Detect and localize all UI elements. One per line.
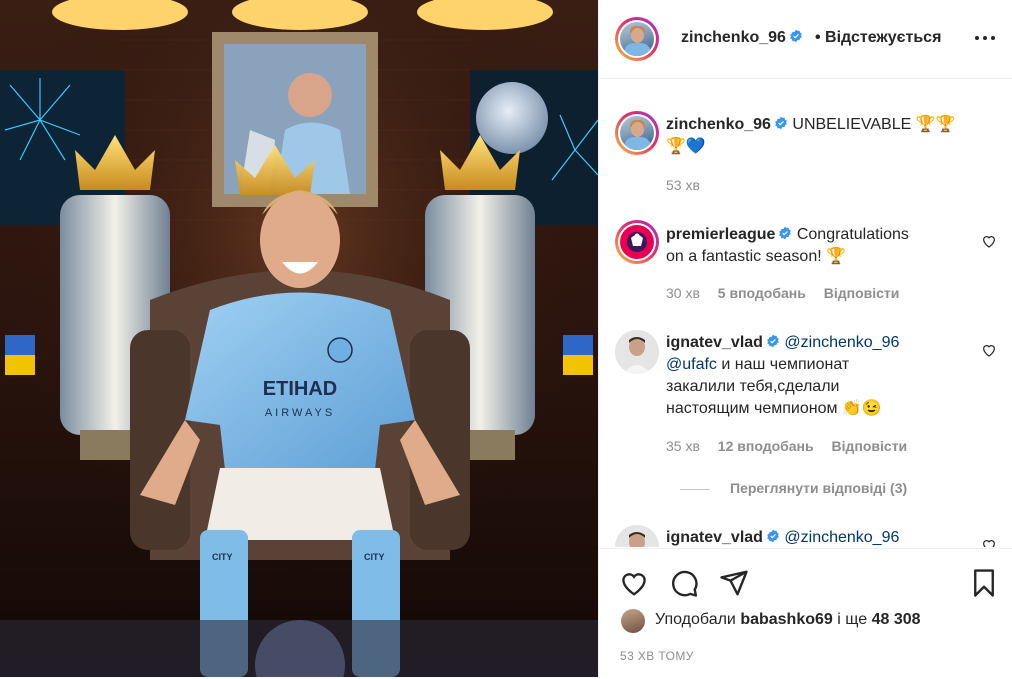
svg-text:ETIHAD: ETIHAD [263, 378, 337, 400]
verified-badge-icon [775, 116, 787, 130]
comment-avatar-premierleague[interactable] [615, 220, 659, 264]
comment-avatar-ignatev-vlad[interactable] [615, 330, 659, 374]
heart-icon[interactable] [619, 568, 649, 598]
post-photo[interactable]: ETIHAD AIRWAYS CITY CITY [0, 0, 598, 677]
comment-icon[interactable] [669, 568, 699, 598]
comment-line-3: закалили тебя,сделали [666, 378, 840, 395]
comment-line-2: on a fantastic season! 🏆 [666, 248, 847, 265]
comment-meta: 35 хв 12 вподобань Відповісти [666, 438, 907, 454]
more-icon[interactable] [973, 30, 997, 46]
mention-link[interactable]: @ufafc [666, 356, 717, 373]
author-avatar[interactable] [615, 17, 659, 61]
comments-list[interactable]: zinchenko_96 UNBELIEVABLE 🏆🏆 🏆💙 53 хв pr… [599, 79, 1012, 547]
liker-username[interactable]: babashko69 [740, 611, 832, 628]
follow-status[interactable]: • Відстежується [815, 29, 941, 47]
verified-badge-icon [767, 334, 779, 348]
comment-like-heart-icon[interactable] [981, 233, 997, 249]
share-icon[interactable] [719, 568, 749, 598]
caption-time: 53 хв [666, 177, 700, 193]
liker-avatar [621, 609, 645, 633]
mention-link[interactable]: @zinchenko_96 [784, 334, 899, 351]
likes-count[interactable]: 48 308 [872, 611, 921, 628]
comment-line-2: и наш чемпионат [716, 356, 850, 373]
svg-text:AIRWAYS: AIRWAYS [265, 407, 335, 419]
author-username[interactable]: zinchenko_96 [681, 29, 786, 46]
comment-avatar-ignatev-vlad[interactable] [615, 525, 659, 547]
verified-badge-icon [790, 29, 802, 43]
post-timestamp[interactable]: 53 ХВ ТОМУ [620, 649, 694, 663]
bookmark-icon[interactable] [969, 568, 999, 598]
svg-text:CITY: CITY [212, 552, 233, 562]
comment-line-4: настоящим чемпионом 👏😉 [666, 400, 882, 417]
comment-text: premierleague Congratulations on a fanta… [666, 224, 956, 268]
likes-suffix: і ще [832, 611, 872, 628]
comment-username[interactable]: premierleague [666, 226, 775, 243]
reply-button[interactable]: Відповісти [832, 438, 908, 454]
caption-avatar[interactable] [615, 111, 659, 155]
post-actions: Уподобали babashko69 і ще 48 308 53 ХВ Т… [599, 548, 1012, 679]
caption-username[interactable]: zinchenko_96 [666, 116, 771, 133]
comment-likes[interactable]: 5 вподобань [718, 285, 806, 301]
caption-text: zinchenko_96 UNBELIEVABLE 🏆🏆 🏆💙 [666, 114, 956, 158]
post-panel: zinchenko_96 • Відстежується zinchenko_9… [598, 0, 1012, 677]
svg-text:CITY: CITY [364, 552, 385, 562]
premier-league-logo [627, 232, 647, 252]
comment-like-heart-icon[interactable] [981, 537, 997, 547]
caption-line-1: UNBELIEVABLE 🏆🏆 [792, 116, 956, 133]
post-photo-illustration: ETIHAD AIRWAYS CITY CITY [0, 0, 598, 677]
avatar-photo [615, 525, 659, 547]
comment-meta: 30 хв 5 вподобань Відповісти [666, 285, 899, 301]
comment-time: 35 хв [666, 438, 700, 454]
author-username-block: zinchenko_96 [681, 29, 803, 47]
reply-button[interactable]: Відповісти [824, 285, 900, 301]
verified-badge-icon [779, 226, 792, 240]
comment-likes[interactable]: 12 вподобань [718, 438, 814, 454]
likes-prefix: Уподобали [655, 611, 741, 628]
replies-divider-line [680, 488, 710, 490]
view-replies-label: Переглянути відповіді (3) [730, 480, 908, 496]
caption-meta: 53 хв [666, 177, 700, 193]
comment-time: 30 хв [666, 285, 700, 301]
post-header: zinchenko_96 • Відстежується [599, 0, 1012, 79]
avatar-photo [615, 330, 659, 374]
likes-summary[interactable]: Уподобали babashko69 і ще 48 308 [621, 609, 921, 633]
caption-line-2: 🏆💙 [666, 138, 706, 155]
comment-text: ignatev_vlad @zinchenko_96 [666, 527, 966, 547]
comment-like-heart-icon[interactable] [981, 342, 997, 358]
comment-line-1: Congratulations [796, 226, 909, 243]
verified-badge-icon [767, 529, 779, 543]
comment-username[interactable]: ignatev_vlad [666, 334, 763, 351]
comment-text: ignatev_vlad @zinchenko_96 @ufafc и наш … [666, 332, 956, 420]
view-replies-button[interactable]: Переглянути відповіді (3) [680, 480, 907, 496]
comment-username[interactable]: ignatev_vlad [666, 529, 763, 546]
mention-link[interactable]: @zinchenko_96 [784, 529, 899, 546]
